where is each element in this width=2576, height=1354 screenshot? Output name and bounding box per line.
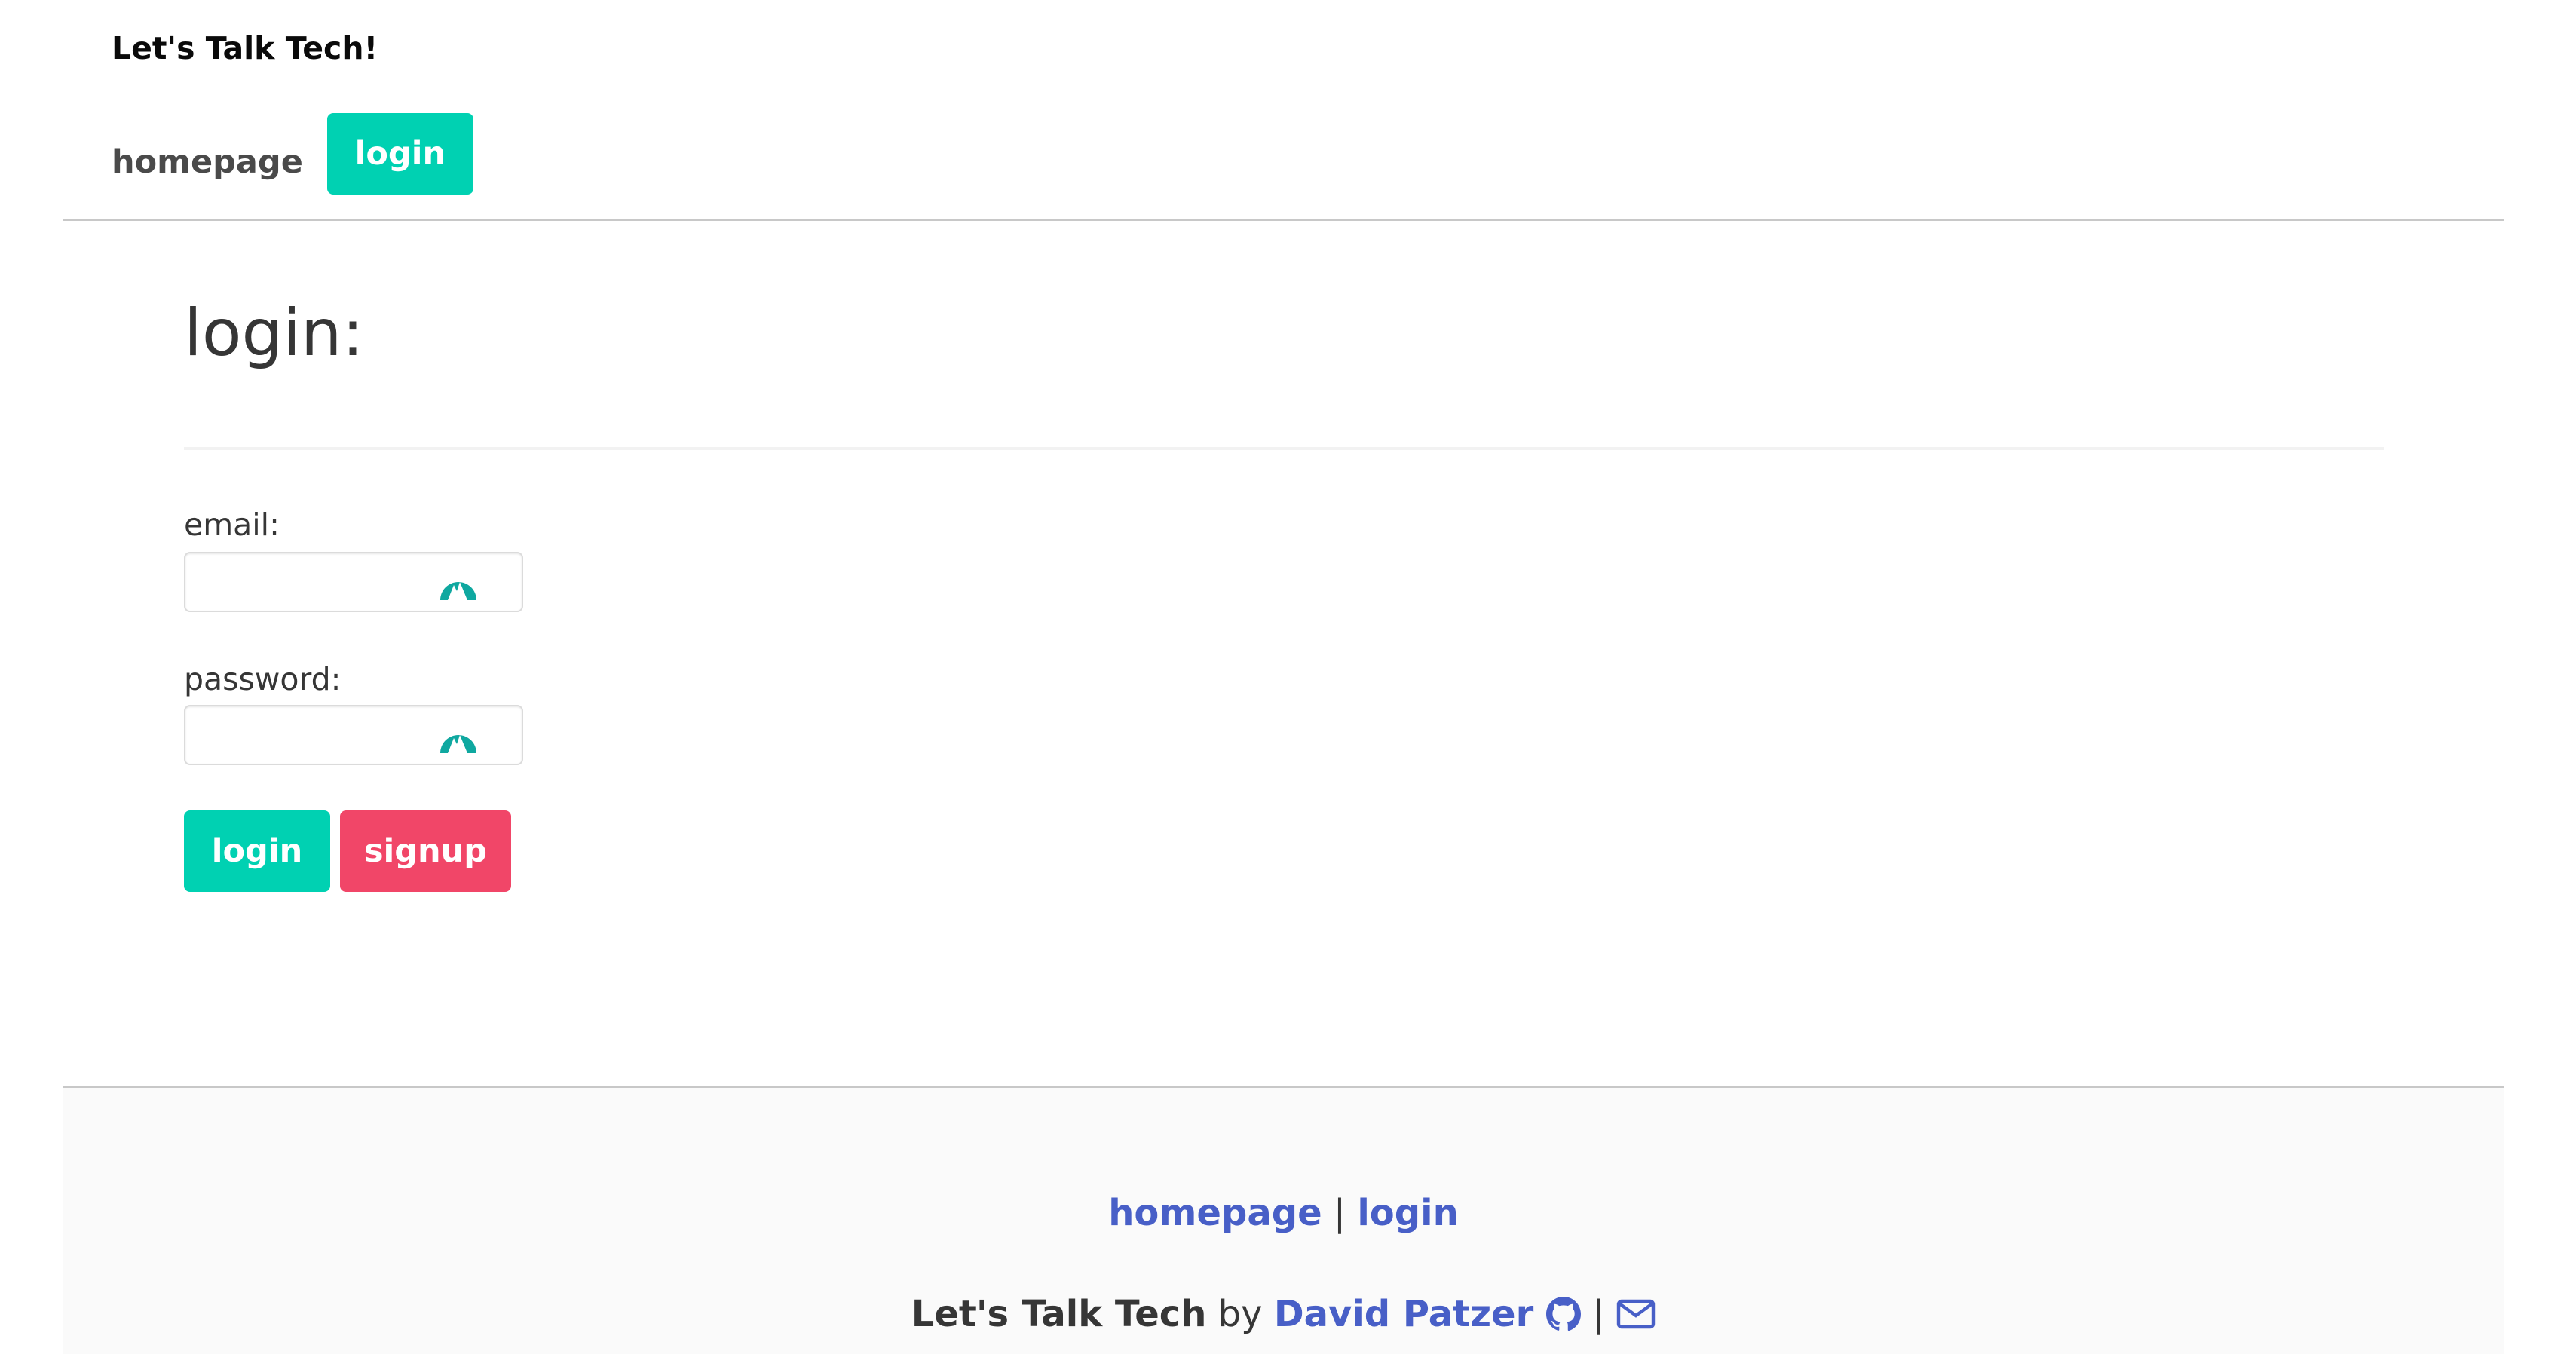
email-label: email: (184, 507, 280, 543)
password-manager-icon[interactable] (437, 565, 479, 602)
github-icon[interactable] (1545, 1296, 1582, 1332)
footer-site-name: Let's Talk Tech (911, 1293, 1207, 1335)
footer-homepage-link[interactable]: homepage (1108, 1192, 1322, 1234)
nav-login-button[interactable]: login (326, 113, 473, 195)
signup-button[interactable]: signup (340, 810, 511, 892)
section-divider (184, 447, 2384, 450)
top-nav: homepage login (112, 113, 473, 195)
login-button[interactable]: login (184, 810, 330, 892)
email-field-wrapper (184, 552, 523, 612)
footer-by-text: by (1218, 1293, 1263, 1335)
password-field-wrapper (184, 705, 523, 765)
header-divider (63, 219, 2504, 221)
password-manager-icon[interactable] (437, 718, 479, 755)
footer-login-link[interactable]: login (1357, 1192, 1458, 1234)
footer-credit: Let's Talk Tech by David Patzer | (63, 1293, 2504, 1335)
site-title[interactable]: Let's Talk Tech! (112, 30, 378, 66)
author-link[interactable]: David Patzer (1274, 1293, 1533, 1335)
page-title: login: (184, 296, 364, 371)
password-label: password: (184, 661, 342, 697)
footer-credit-separator: | (1592, 1293, 1605, 1335)
envelope-icon[interactable] (1616, 1299, 1656, 1329)
footer-links: homepage | login (63, 1192, 2504, 1234)
footer: homepage | login Let's Talk Tech by Davi… (63, 1086, 2504, 1354)
nav-homepage-link[interactable]: homepage (112, 143, 303, 181)
page: Let's Talk Tech! homepage login login: e… (0, 0, 2576, 1354)
footer-link-separator: | (1333, 1192, 1346, 1234)
